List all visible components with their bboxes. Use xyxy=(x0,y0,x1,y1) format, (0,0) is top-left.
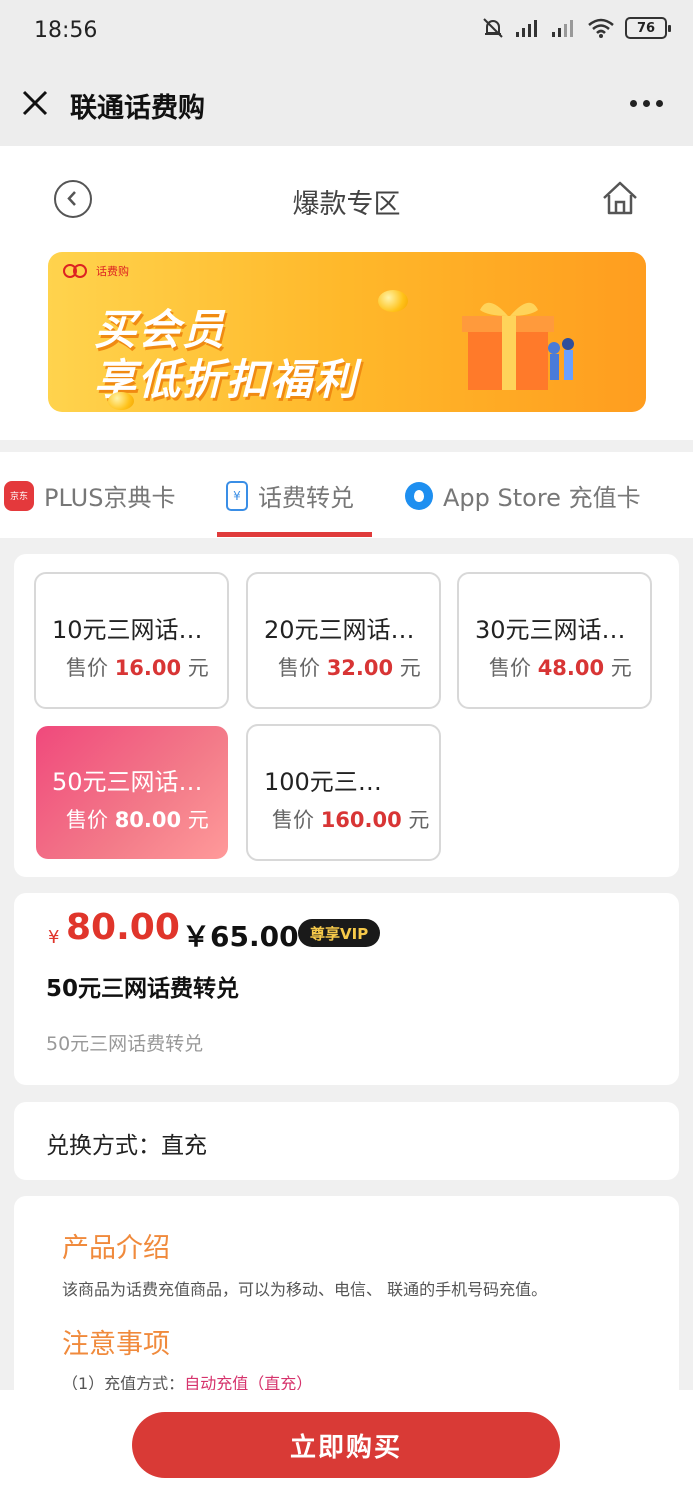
page-title: 爆款专区 xyxy=(292,189,401,220)
nav-bar: 联通话费购 xyxy=(0,62,693,146)
active-tab-indicator xyxy=(217,532,372,537)
intro-description: 该商品为话费充值商品，可以为移动、电信、 联通的手机号码充值。 xyxy=(62,1280,548,1299)
signal-icon xyxy=(516,20,537,37)
item-name: 50元三网话费转兑 xyxy=(46,976,240,1002)
product-option[interactable]: 100元三网话费转兑 售价 160.00 元 xyxy=(246,724,441,861)
sale-price: 80.00 xyxy=(66,907,180,948)
product-price: 售价 160.00 元 xyxy=(272,808,430,832)
phone-icon: ¥ xyxy=(226,480,248,511)
tab-label: 话费转兑 xyxy=(258,484,354,512)
bottom-bar: 立即购买 xyxy=(0,1390,693,1500)
product-price: 售价 16.00 元 xyxy=(66,656,209,680)
wifi-icon xyxy=(588,18,614,38)
more-icon[interactable] xyxy=(630,100,663,107)
battery-indicator: 76 xyxy=(625,17,671,39)
unicom-logo: 话费购 xyxy=(62,262,129,280)
home-icon[interactable] xyxy=(600,178,640,218)
product-price: 售价 32.00 元 xyxy=(278,656,421,680)
gift-box-illustration xyxy=(462,302,574,390)
intro-title: 产品介绍 xyxy=(62,1233,170,1264)
product-grid: 10元三网话费转兑 售价 16.00 元 20元三网话费转兑 售价 32.00 … xyxy=(14,554,679,877)
vip-price: ￥65.00 xyxy=(182,920,299,953)
currency-symbol: ¥ xyxy=(48,927,60,948)
product-option[interactable]: 30元三网话费转兑 售价 48.00 元 xyxy=(457,572,652,709)
tab-app-store[interactable]: App Store 充值卡 xyxy=(405,478,641,513)
tab-label: PLUS京典卡 xyxy=(44,484,176,512)
promo-banner[interactable]: 话费购 买会员 享低折扣福利 xyxy=(48,252,646,412)
product-name: 100元三网话费转兑 xyxy=(264,768,404,796)
price-detail-card: ¥ 80.00 ￥65.00 尊享VIP 50元三网话费转兑 50元三网话费转兑 xyxy=(14,893,679,1085)
item-subtitle: 50元三网话费转兑 xyxy=(46,1033,204,1055)
apple-icon xyxy=(405,481,433,510)
status-icons: 76 xyxy=(481,16,671,40)
mute-icon xyxy=(483,18,503,38)
redeem-method-card: 兑换方式：直充 xyxy=(14,1102,679,1180)
category-tabs: 京东 PLUS京典卡 ¥ 话费转兑 App Store 充值卡 xyxy=(0,452,693,538)
vip-badge: 尊享VIP xyxy=(298,919,381,947)
coin-decoration xyxy=(108,392,134,410)
coin-decoration xyxy=(378,290,408,312)
jd-icon: 京东 xyxy=(4,480,34,511)
tab-plus-card[interactable]: 京东 PLUS京典卡 xyxy=(4,478,175,513)
tab-label: App Store 充值卡 xyxy=(443,484,641,512)
status-time: 18:56 xyxy=(34,18,98,43)
product-name: 50元三网话费转兑 xyxy=(52,768,217,796)
product-option[interactable]: 10元三网话费转兑 售价 16.00 元 xyxy=(34,572,229,709)
product-name: 20元三网话费转兑 xyxy=(264,616,429,644)
tab-phone-credit[interactable]: ¥ 话费转兑 xyxy=(226,478,354,513)
unicom-knot-icon xyxy=(63,264,87,278)
product-name: 10元三网话费转兑 xyxy=(52,616,217,644)
banner-logo-text: 话费购 xyxy=(96,265,129,278)
header-section: 爆款专区 话费购 买会员 享低折扣福利 xyxy=(0,146,693,440)
close-icon[interactable] xyxy=(18,86,52,120)
product-option[interactable]: 20元三网话费转兑 售价 32.00 元 xyxy=(246,572,441,709)
notice-title: 注意事项 xyxy=(62,1329,170,1360)
product-intro-card: 产品介绍 该商品为话费充值商品，可以为移动、电信、 联通的手机号码充值。 注意事… xyxy=(14,1196,679,1416)
product-price: 售价 80.00 元 xyxy=(66,808,209,832)
buy-now-button[interactable]: 立即购买 xyxy=(132,1412,560,1478)
status-bar: 18:56 76 xyxy=(0,0,693,62)
redeem-method: 兑换方式：直充 xyxy=(46,1133,207,1159)
product-price: 售价 48.00 元 xyxy=(489,656,632,680)
signal-icon-2 xyxy=(552,20,573,37)
product-option-selected[interactable]: 50元三网话费转兑 售价 80.00 元 xyxy=(36,726,228,859)
nav-title: 联通话费购 xyxy=(70,93,205,124)
product-name: 30元三网话费转兑 xyxy=(475,616,640,644)
